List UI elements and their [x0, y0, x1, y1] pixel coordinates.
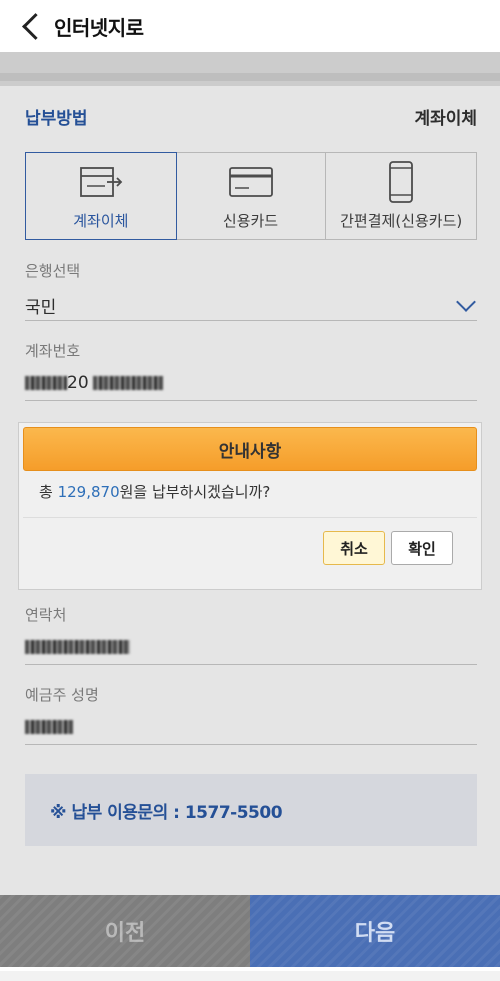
app-header: 인터넷지로 — [0, 0, 500, 52]
back-arrow-icon[interactable] — [18, 13, 44, 39]
dialog-actions: 취소 확인 — [19, 518, 481, 565]
dialog-header: 안내사항 — [23, 427, 477, 471]
dialog-title: 안내사항 — [218, 441, 282, 462]
page-title: 인터넷지로 — [54, 15, 144, 40]
next-button[interactable]: 다음 — [250, 895, 500, 967]
confirm-button[interactable]: 확인 — [391, 531, 453, 565]
footer-strip — [0, 967, 500, 981]
payment-amount: 129,870 — [57, 483, 120, 501]
bottom-nav: 이전 다음 — [0, 895, 500, 967]
dialog-message-prefix: 총 — [39, 483, 58, 501]
cancel-button[interactable]: 취소 — [323, 531, 385, 565]
prev-button[interactable]: 이전 — [0, 895, 250, 967]
dialog-message: 총 129,870원을 납부하시겠습니까? — [39, 481, 481, 517]
confirm-dialog: 안내사항 총 129,870원을 납부하시겠습니까? 취소 확인 — [18, 422, 482, 590]
dialog-message-suffix: 원을 납부하시겠습니까? — [119, 483, 271, 501]
